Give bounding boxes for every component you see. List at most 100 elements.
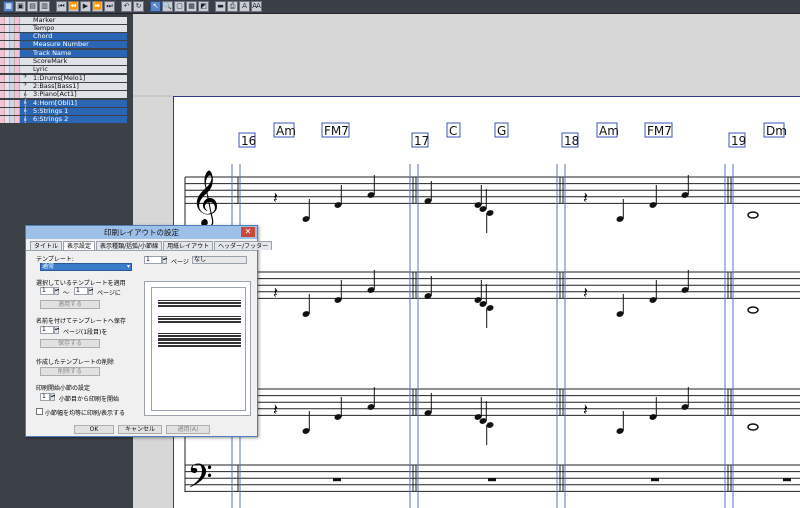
forward-icon[interactable]: ⏩ <box>92 1 103 12</box>
start-measure-spinner[interactable]: ▴▾ <box>50 393 55 401</box>
dialog-tab[interactable]: 表示設定 <box>63 241 96 250</box>
clef-slot <box>20 33 30 41</box>
apply-to-input[interactable]: 1 <box>74 287 88 295</box>
print-icon[interactable]: ⎙ <box>227 1 238 12</box>
eraser-icon[interactable]: ◩ <box>198 1 209 12</box>
start-group-label: 印刷開始小節の設定 <box>36 385 91 392</box>
zoom-icon[interactable]: 🔍 <box>162 1 173 12</box>
save-page-input[interactable]: 1 <box>40 326 54 334</box>
measure-number: 17 <box>414 134 429 148</box>
track-label: Marker <box>30 16 127 24</box>
track-row[interactable]: Tempo <box>0 24 127 32</box>
page-icon[interactable]: ▢ <box>174 1 185 12</box>
undo-icon[interactable]: ↶ <box>121 1 132 12</box>
select-icon[interactable]: ▣ <box>15 1 26 12</box>
start-measure-input[interactable]: 1 <box>40 393 50 401</box>
save-template-button[interactable]: 保存する <box>40 339 100 348</box>
piano-roll-icon[interactable]: ▤ <box>27 1 38 12</box>
text-icon[interactable]: A <box>239 1 250 12</box>
quarter-rest: 𝄽 <box>583 283 588 302</box>
start-suffix: 小節目から印刷を開始 <box>59 396 120 403</box>
rewind-icon[interactable]: ⏪ <box>68 1 79 12</box>
track-row[interactable]: 𝄢 1:Drums[Melo1] <box>0 74 127 82</box>
clef-slot <box>20 24 30 32</box>
equal-width-checkbox[interactable] <box>36 408 43 415</box>
page-spinner[interactable]: ▴▾ <box>162 256 167 264</box>
track-row[interactable]: Marker <box>0 16 127 24</box>
grid-icon[interactable]: ▦ <box>186 1 197 12</box>
dialog-tab[interactable]: タイトル <box>30 241 63 250</box>
treble-clef-icon: 𝄞 <box>191 170 219 228</box>
cancel-button[interactable]: キャンセル <box>118 425 162 434</box>
half-note-head <box>747 211 759 219</box>
equal-width-label: 小節幅を均等に印刷/表示する <box>45 410 126 417</box>
clef-icon: 𝄞 <box>20 107 30 115</box>
measure-number: 16 <box>241 134 256 148</box>
half-note-head <box>747 306 759 314</box>
apply-to-spinner[interactable]: ▴▾ <box>88 287 93 295</box>
clef-slot <box>20 66 30 74</box>
play-icon[interactable]: ▶ <box>80 1 91 12</box>
quarter-rest: 𝄽 <box>273 188 278 207</box>
page-number-input[interactable]: 1 <box>144 256 162 264</box>
dialog-tab[interactable]: 用紙レイアウト <box>163 241 214 250</box>
chord-symbol: Dm <box>766 124 787 138</box>
track-row[interactable]: 𝄞 5:Strings 1 <box>0 107 127 115</box>
template-select[interactable]: 通常 ▾ <box>40 263 132 271</box>
track-label: Chord <box>30 33 127 41</box>
save-group-label: 名前を付けてテンプレートへ保存 <box>36 318 126 325</box>
measure-number: 19 <box>731 134 746 148</box>
track-row[interactable]: ScoreMark <box>0 58 127 66</box>
clef-slot <box>20 49 30 57</box>
mixer-icon[interactable]: ▬ <box>215 1 226 12</box>
track-row[interactable]: Measure Number <box>0 41 127 49</box>
go-start-icon[interactable]: ⏮ <box>56 1 67 12</box>
bass-clef-icon: 𝄢 <box>187 458 213 504</box>
dialog-tab[interactable]: ヘッダー/フッター <box>214 241 273 250</box>
chord-symbol: C <box>449 124 457 138</box>
staff-icon[interactable]: ▥ <box>39 1 50 12</box>
track-row[interactable]: 𝄞 4:Horn[Obli1] <box>0 99 127 107</box>
chord-symbol: Am <box>276 124 296 138</box>
apply-button[interactable]: 適用(A) <box>166 425 210 434</box>
track-row[interactable]: 𝄢 2:Bass[Bass1] <box>0 82 127 90</box>
track-row[interactable]: Lyric <box>0 66 127 74</box>
font-icon[interactable]: Ꜳ <box>251 1 262 12</box>
dialog-titlebar[interactable]: 印刷レイアウトの設定 ✕ <box>26 226 257 239</box>
track-label: 3:Piano[Act1] <box>30 91 127 99</box>
track-label: Measure Number <box>30 41 127 49</box>
apply-from-spinner[interactable]: ▴▾ <box>54 287 59 295</box>
dialog-tab[interactable]: 表示種類/括弧/小節線 <box>96 241 163 250</box>
quarter-rest: 𝄽 <box>273 400 278 419</box>
loop-icon[interactable]: ↻ <box>133 1 144 12</box>
clef-icon: 𝄞 <box>20 116 30 124</box>
track-label: ScoreMark <box>30 58 127 65</box>
whole-rest <box>488 478 496 482</box>
clef-icon: 𝄢 <box>20 74 30 82</box>
page-label: ページ <box>171 259 189 266</box>
chord-symbol: FM7 <box>647 124 672 138</box>
close-icon[interactable]: ✕ <box>241 227 255 237</box>
ok-button[interactable]: OK <box>74 425 114 434</box>
measure-number: 18 <box>564 134 579 148</box>
pointer-icon[interactable]: ↖ <box>150 1 161 12</box>
delete-template-button[interactable]: 削除する <box>40 367 100 376</box>
apply-from-input[interactable]: 1 <box>40 287 54 295</box>
save-page-spinner[interactable]: ▴▾ <box>54 326 59 334</box>
track-label: Tempo <box>30 24 127 32</box>
preview-page <box>151 287 246 411</box>
save-suffix: ページ(1段目)を <box>63 329 108 336</box>
track-row[interactable]: Track Name <box>0 49 127 57</box>
clef-slot <box>20 58 30 65</box>
track-row[interactable]: 𝄞 3:Piano[Act1] <box>0 91 127 99</box>
track-row[interactable]: Chord <box>0 33 127 41</box>
clef-slot <box>20 16 30 24</box>
print-layout-dialog: 印刷レイアウトの設定 ✕ タイトル 表示設定 表示種類/括弧/小節線 用紙レイアウトヘ… <box>25 225 273 437</box>
quarter-rest: 𝄽 <box>583 400 588 419</box>
apply-template-button[interactable]: 適用する <box>40 300 100 309</box>
go-end-icon[interactable]: ⏭ <box>104 1 115 12</box>
apply-suffix: ページに <box>97 290 121 297</box>
track-row[interactable]: 𝄞 6:Strings 2 <box>0 116 127 124</box>
score-view-icon[interactable]: ▦ <box>3 1 14 12</box>
clef-icon: 𝄢 <box>20 82 30 90</box>
